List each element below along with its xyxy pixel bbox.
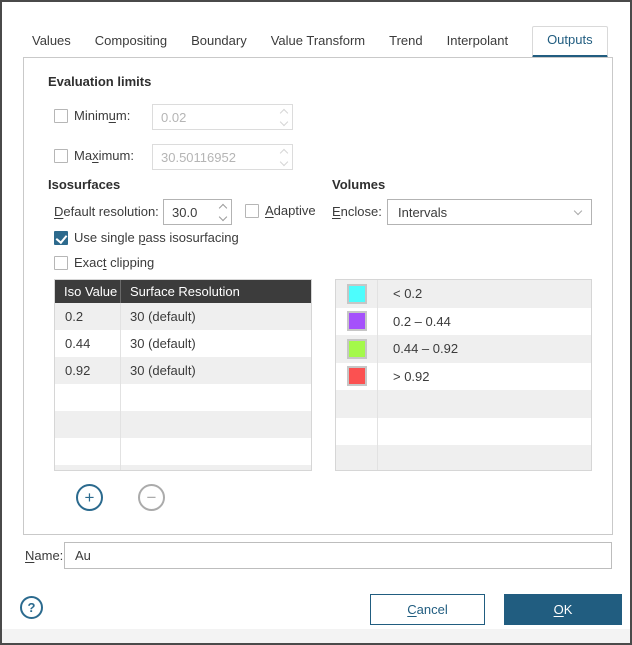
- default-resolution-spinbox[interactable]: [163, 199, 232, 225]
- interval-label: 0.44 – 0.92: [378, 341, 458, 356]
- evaluation-limits-heading: Evaluation limits: [48, 74, 151, 89]
- iso-value-cell: [55, 384, 121, 411]
- chevron-down-icon: [574, 207, 582, 215]
- interval-label: 0.2 – 0.44: [378, 314, 451, 329]
- tab-trend[interactable]: Trend: [389, 26, 422, 58]
- volume-row[interactable]: [336, 418, 591, 446]
- help-button[interactable]: ?: [20, 596, 43, 619]
- color-swatch-cell: [336, 335, 378, 363]
- maximum-input: [153, 145, 276, 169]
- exact-clipping-checkbox[interactable]: [54, 256, 68, 270]
- name-input[interactable]: [65, 543, 611, 568]
- color-swatch[interactable]: [347, 311, 367, 331]
- volume-row[interactable]: 0.44 – 0.92: [336, 335, 591, 363]
- volume-row[interactable]: > 0.92: [336, 363, 591, 391]
- color-swatch-cell: [336, 390, 378, 418]
- iso-table-row[interactable]: 0.230 (default): [55, 303, 311, 330]
- surface-resolution-column-header: Surface Resolution: [121, 284, 240, 299]
- iso-value-table: Iso Value Surface Resolution 0.230 (defa…: [54, 279, 312, 471]
- adaptive-checkbox[interactable]: [245, 204, 259, 218]
- outputs-panel: Evaluation limits Minimum: Maximum: Isos…: [23, 57, 613, 535]
- color-swatch-cell: [336, 280, 378, 308]
- interval-label: > 0.92: [378, 369, 430, 384]
- iso-value-column-header: Iso Value: [55, 280, 121, 303]
- tab-bar: Values Compositing Boundary Value Transform…: [2, 26, 630, 58]
- iso-value-cell: 0.44: [55, 330, 121, 357]
- tab-values[interactable]: Values: [32, 26, 71, 58]
- single-pass-label: Use single pass isosurfacing: [74, 230, 239, 245]
- tab-interpolant[interactable]: Interpolant: [447, 26, 508, 58]
- minimum-input: [153, 105, 276, 129]
- iso-value-cell: 0.2: [55, 303, 121, 330]
- iso-table-row[interactable]: [55, 384, 311, 411]
- iso-table-row[interactable]: [55, 465, 311, 471]
- minimum-checkbox[interactable]: [54, 109, 68, 123]
- maximum-spinbox: [152, 144, 293, 170]
- color-swatch[interactable]: [347, 366, 367, 386]
- iso-table-row[interactable]: 0.4430 (default): [55, 330, 311, 357]
- surface-resolution-cell: 30 (default): [121, 336, 196, 351]
- enclose-label: Enclose:: [332, 204, 382, 219]
- surface-resolution-cell: 30 (default): [121, 309, 196, 324]
- adaptive-label: Adaptive: [265, 203, 316, 218]
- color-swatch[interactable]: [347, 284, 367, 304]
- remove-isovalue-button: −: [138, 484, 165, 511]
- iso-table-row[interactable]: 0.9230 (default): [55, 357, 311, 384]
- tab-outputs[interactable]: Outputs: [532, 26, 608, 58]
- plus-icon: +: [85, 489, 95, 506]
- help-icon: ?: [28, 600, 36, 615]
- maximum-label: Maximum:: [74, 148, 134, 163]
- maximum-spin-buttons: [276, 145, 292, 169]
- minimum-label: Minimum:: [74, 108, 130, 123]
- color-swatch[interactable]: [347, 339, 367, 359]
- interval-label: < 0.2: [378, 286, 422, 301]
- enclose-dropdown[interactable]: Intervals: [387, 199, 592, 225]
- color-swatch-cell: [336, 418, 378, 446]
- name-field[interactable]: [64, 542, 612, 569]
- add-isovalue-button[interactable]: +: [76, 484, 103, 511]
- iso-value-cell: [55, 411, 121, 438]
- iso-value-cell: [55, 465, 121, 471]
- tab-compositing[interactable]: Compositing: [95, 26, 167, 58]
- iso-value-cell: [55, 438, 121, 465]
- color-swatch-cell: [336, 308, 378, 336]
- isosurfaces-heading: Isosurfaces: [48, 177, 120, 192]
- maximum-checkbox[interactable]: [54, 149, 68, 163]
- volume-row[interactable]: < 0.2: [336, 280, 591, 308]
- dialog-bottom-strip: [2, 629, 630, 643]
- name-label: Name:: [25, 548, 63, 563]
- minus-icon: −: [147, 489, 157, 506]
- iso-table-header: Iso Value Surface Resolution: [55, 280, 311, 303]
- color-swatch-cell: [336, 363, 378, 391]
- minimum-spin-buttons: [276, 105, 292, 129]
- volumes-heading: Volumes: [332, 177, 385, 192]
- ok-button[interactable]: OK: [504, 594, 622, 625]
- iso-value-cell: 0.92: [55, 357, 121, 384]
- tab-boundary[interactable]: Boundary: [191, 26, 247, 58]
- enclose-dropdown-value: Intervals: [398, 205, 447, 220]
- exact-clipping-label: Exact clipping: [74, 255, 154, 270]
- minimum-spinbox: [152, 104, 293, 130]
- default-resolution-label: Default resolution:: [54, 204, 159, 219]
- iso-table-row[interactable]: [55, 411, 311, 438]
- single-pass-checkbox[interactable]: [54, 231, 68, 245]
- volume-row[interactable]: [336, 390, 591, 418]
- volume-row[interactable]: [336, 445, 591, 471]
- volume-color-table: < 0.2 0.2 – 0.44 0.44 – 0.92 > 0.92: [335, 279, 592, 471]
- color-swatch-cell: [336, 445, 378, 471]
- surface-resolution-cell: 30 (default): [121, 363, 196, 378]
- default-resolution-input[interactable]: [164, 200, 215, 224]
- default-resolution-spin-buttons[interactable]: [215, 200, 231, 224]
- interpolant-dialog: Values Compositing Boundary Value Transform…: [0, 0, 632, 645]
- iso-table-row[interactable]: [55, 438, 311, 465]
- volume-row[interactable]: 0.2 – 0.44: [336, 308, 591, 336]
- tab-value-transform[interactable]: Value Transform: [271, 26, 365, 58]
- cancel-button[interactable]: Cancel: [370, 594, 485, 625]
